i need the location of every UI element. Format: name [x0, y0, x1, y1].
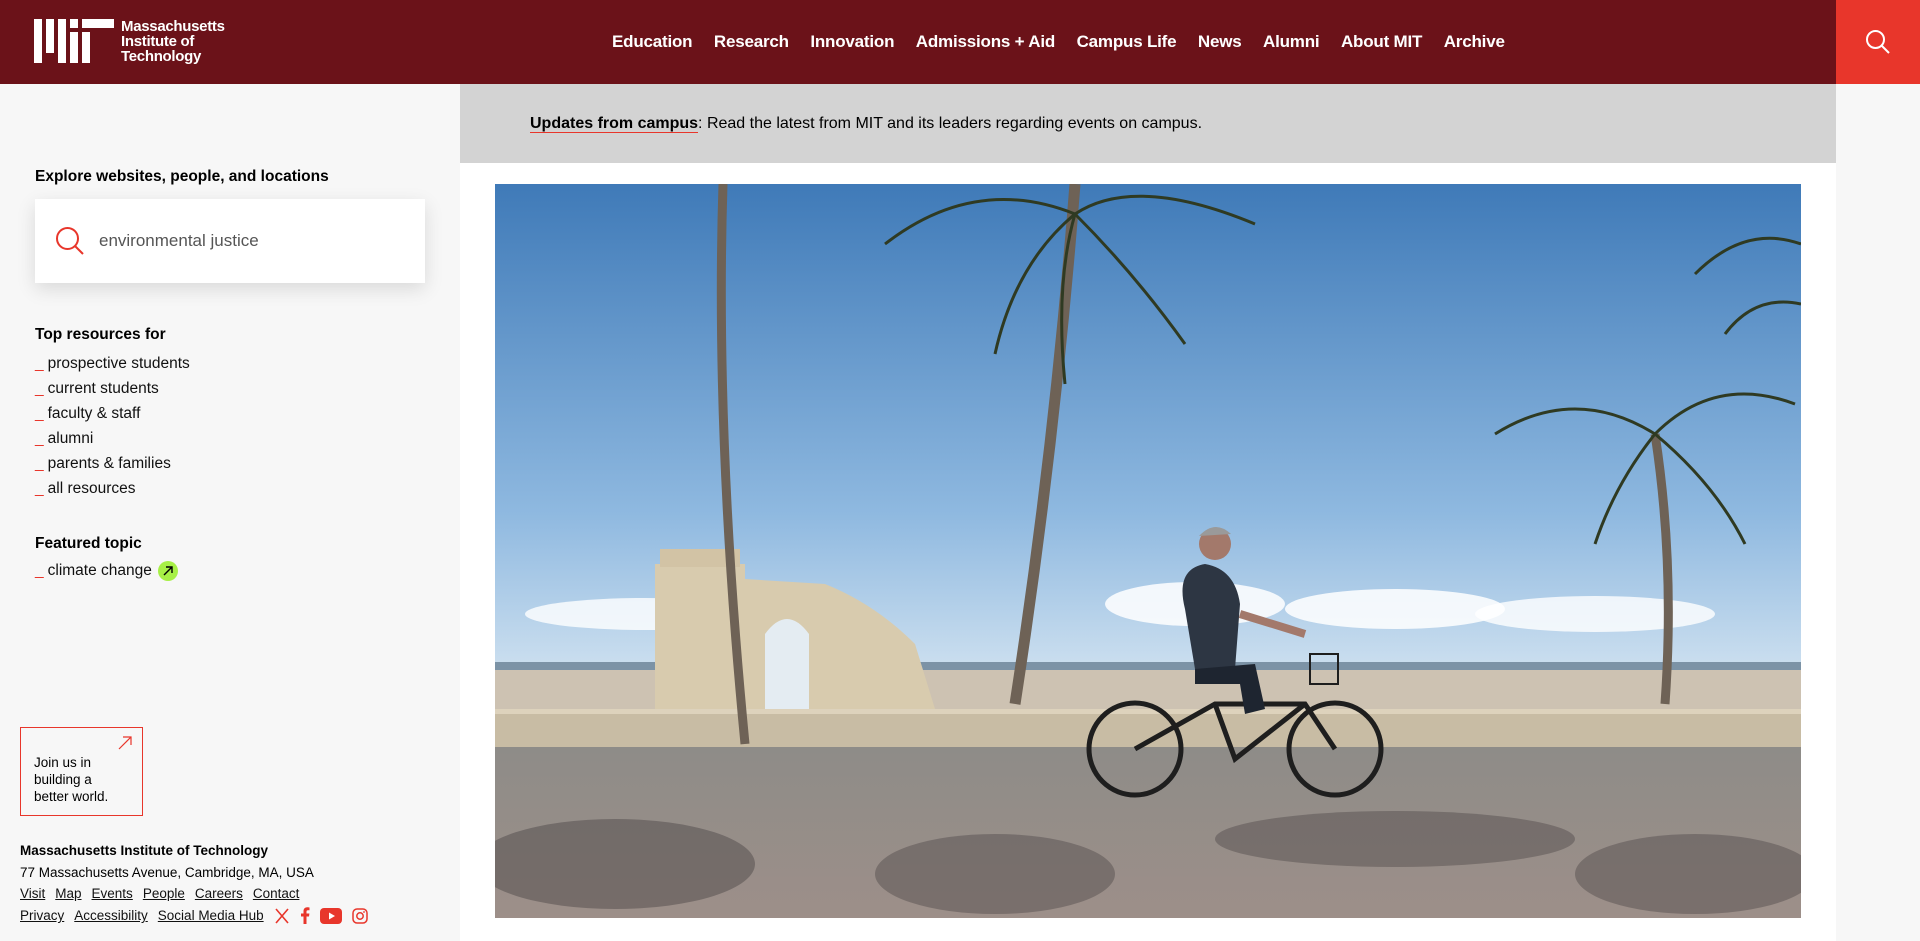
join-us-text: Join us in building a better world.: [34, 755, 109, 804]
footer-link-careers[interactable]: Careers: [195, 886, 243, 901]
search-icon: [56, 227, 84, 255]
explore-label: Explore websites, people, and locations: [35, 168, 329, 185]
site-header: Massachusetts Institute of Technology Ed…: [0, 0, 1836, 84]
resource-prospective-students[interactable]: prospective students: [48, 353, 190, 375]
footer-link-map[interactable]: Map: [55, 886, 81, 901]
beach-cyclist-photo: [495, 184, 1801, 918]
main-content: Updates from campus: Read the latest fro…: [460, 84, 1836, 941]
list-item: _ parents & families: [35, 451, 190, 476]
arrow-up-right-icon: [118, 736, 132, 755]
footer-link-contact[interactable]: Contact: [253, 886, 300, 901]
footer-institution-name: Massachusetts Institute of Technology: [20, 843, 269, 858]
list-item: _ climate change: [35, 558, 178, 583]
footer-links-row-1: Visit Map Events People Careers Contact: [20, 886, 309, 901]
dash-icon: _: [35, 561, 44, 579]
list-item: _ faculty & staff: [35, 401, 190, 426]
search-box[interactable]: [35, 199, 425, 283]
resource-alumni[interactable]: alumni: [48, 428, 94, 450]
main-nav: Education Research Innovation Admissions…: [612, 0, 1526, 84]
footer-link-accessibility[interactable]: Accessibility: [74, 908, 148, 923]
dash-icon: _: [35, 379, 44, 397]
top-resources-title: Top resources for: [35, 326, 166, 343]
footer-link-people[interactable]: People: [143, 886, 185, 901]
featured-list: _ climate change: [35, 558, 178, 583]
facebook-icon[interactable]: [300, 907, 310, 924]
featured-topic-title: Featured topic: [35, 535, 142, 552]
instagram-icon[interactable]: [351, 907, 368, 924]
x-icon[interactable]: [274, 907, 290, 924]
header-search-button[interactable]: [1836, 0, 1920, 84]
list-item: _ current students: [35, 376, 190, 401]
resources-list: _ prospective students _ current students …: [35, 351, 190, 501]
nav-education[interactable]: Education: [612, 32, 693, 52]
list-item: _ alumni: [35, 426, 190, 451]
resource-faculty-staff[interactable]: faculty & staff: [48, 403, 141, 425]
nav-innovation[interactable]: Innovation: [810, 32, 894, 52]
resource-parents-families[interactable]: parents & families: [48, 453, 171, 475]
nav-alumni[interactable]: Alumni: [1263, 32, 1320, 52]
footer-address: 77 Massachusetts Avenue, Cambridge, MA, …: [20, 865, 314, 880]
search-input[interactable]: [99, 231, 399, 251]
dash-icon: _: [35, 479, 44, 497]
resource-current-students[interactable]: current students: [48, 378, 159, 400]
footer-link-events[interactable]: Events: [92, 886, 133, 901]
logo-line-3: Technology: [121, 48, 202, 65]
footer-link-privacy[interactable]: Privacy: [20, 908, 64, 923]
logo-wordmark: Massachusetts Institute of Technology: [121, 19, 225, 64]
nav-admissions-aid[interactable]: Admissions + Aid: [916, 32, 1055, 52]
list-item: _ prospective students: [35, 351, 190, 376]
featured-climate-change[interactable]: climate change: [48, 560, 152, 582]
banner-description: : Read the latest from MIT and its leade…: [698, 115, 1203, 132]
logo-line-2: Institute of: [121, 33, 195, 50]
dash-icon: _: [35, 354, 44, 372]
join-us-card[interactable]: Join us in building a better world.: [20, 727, 143, 816]
search-icon: [1866, 30, 1890, 54]
mit-logo[interactable]: Massachusetts Institute of Technology: [34, 19, 225, 65]
updates-from-campus-link[interactable]: Updates from campus: [530, 115, 699, 133]
list-item: _ all resources: [35, 476, 190, 501]
nav-campus-life[interactable]: Campus Life: [1077, 32, 1177, 52]
dash-icon: _: [35, 404, 44, 422]
footer-link-social-media-hub[interactable]: Social Media Hub: [158, 908, 264, 923]
mit-logo-icon: [34, 19, 114, 63]
nav-news[interactable]: News: [1198, 32, 1242, 52]
dash-icon: _: [35, 429, 44, 447]
nav-archive[interactable]: Archive: [1444, 32, 1505, 52]
arrow-up-right-icon[interactable]: [157, 560, 178, 581]
logo-line-1: Massachusetts: [121, 18, 225, 35]
footer-links-row-2: Privacy Accessibility Social Media Hub: [20, 907, 378, 924]
sidebar: Explore websites, people, and locations …: [0, 84, 460, 941]
hero-image: [495, 184, 1801, 918]
social-icons: [274, 907, 378, 924]
resource-all-resources[interactable]: all resources: [48, 478, 136, 500]
youtube-icon[interactable]: [319, 907, 342, 924]
banner-text: Updates from campus: Read the latest fro…: [530, 115, 1202, 133]
dash-icon: _: [35, 454, 44, 472]
nav-research[interactable]: Research: [714, 32, 789, 52]
footer-link-visit[interactable]: Visit: [20, 886, 45, 901]
nav-about-mit[interactable]: About MIT: [1341, 32, 1422, 52]
campus-updates-banner: Updates from campus: Read the latest fro…: [460, 84, 1836, 163]
